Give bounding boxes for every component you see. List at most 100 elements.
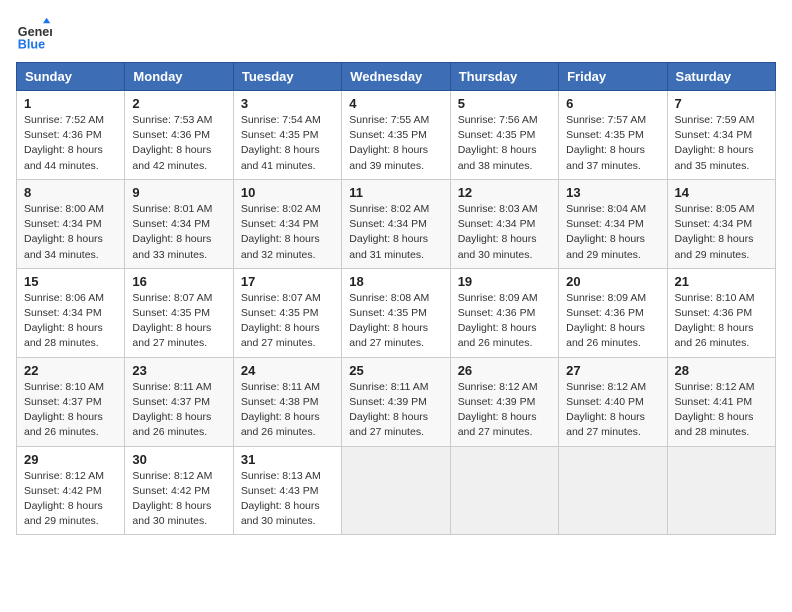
day-number: 7 <box>675 96 768 111</box>
svg-text:Blue: Blue <box>18 37 45 51</box>
calendar-cell: 1 Sunrise: 7:52 AM Sunset: 4:36 PM Dayli… <box>17 91 125 180</box>
day-number: 11 <box>349 185 442 200</box>
calendar-cell: 22 Sunrise: 8:10 AM Sunset: 4:37 PM Dayl… <box>17 357 125 446</box>
sunset-label: Sunset: 4:36 PM <box>566 307 644 319</box>
day-number: 8 <box>24 185 117 200</box>
daylight-label: Daylight: 8 hours and 38 minutes. <box>458 144 537 171</box>
sunrise-label: Sunrise: 8:11 AM <box>349 381 428 393</box>
daylight-label: Daylight: 8 hours and 26 minutes. <box>458 322 537 349</box>
daylight-label: Daylight: 8 hours and 34 minutes. <box>24 233 103 260</box>
calendar-cell: 6 Sunrise: 7:57 AM Sunset: 4:35 PM Dayli… <box>559 91 667 180</box>
day-info: Sunrise: 8:12 AM Sunset: 4:42 PM Dayligh… <box>132 469 225 530</box>
day-info: Sunrise: 7:56 AM Sunset: 4:35 PM Dayligh… <box>458 113 551 174</box>
calendar-cell: 2 Sunrise: 7:53 AM Sunset: 4:36 PM Dayli… <box>125 91 233 180</box>
sunrise-label: Sunrise: 8:02 AM <box>241 203 321 215</box>
calendar-cell: 19 Sunrise: 8:09 AM Sunset: 4:36 PM Dayl… <box>450 268 558 357</box>
calendar-cell: 21 Sunrise: 8:10 AM Sunset: 4:36 PM Dayl… <box>667 268 775 357</box>
day-number: 16 <box>132 274 225 289</box>
day-info: Sunrise: 8:09 AM Sunset: 4:36 PM Dayligh… <box>566 291 659 352</box>
calendar-row: 15 Sunrise: 8:06 AM Sunset: 4:34 PM Dayl… <box>17 268 776 357</box>
calendar-cell: 11 Sunrise: 8:02 AM Sunset: 4:34 PM Dayl… <box>342 179 450 268</box>
daylight-label: Daylight: 8 hours and 29 minutes. <box>24 500 103 527</box>
sunset-label: Sunset: 4:39 PM <box>458 396 536 408</box>
daylight-label: Daylight: 8 hours and 28 minutes. <box>675 411 754 438</box>
header-tuesday: Tuesday <box>233 63 341 91</box>
day-info: Sunrise: 8:06 AM Sunset: 4:34 PM Dayligh… <box>24 291 117 352</box>
sunset-label: Sunset: 4:37 PM <box>24 396 102 408</box>
sunset-label: Sunset: 4:41 PM <box>675 396 753 408</box>
day-info: Sunrise: 8:02 AM Sunset: 4:34 PM Dayligh… <box>241 202 334 263</box>
sunrise-label: Sunrise: 8:10 AM <box>24 381 104 393</box>
sunset-label: Sunset: 4:34 PM <box>24 307 102 319</box>
calendar-cell: 23 Sunrise: 8:11 AM Sunset: 4:37 PM Dayl… <box>125 357 233 446</box>
day-info: Sunrise: 8:04 AM Sunset: 4:34 PM Dayligh… <box>566 202 659 263</box>
calendar-cell: 4 Sunrise: 7:55 AM Sunset: 4:35 PM Dayli… <box>342 91 450 180</box>
day-number: 17 <box>241 274 334 289</box>
sunset-label: Sunset: 4:42 PM <box>132 485 210 497</box>
sunrise-label: Sunrise: 7:57 AM <box>566 114 646 126</box>
daylight-label: Daylight: 8 hours and 29 minutes. <box>675 233 754 260</box>
calendar-cell: 15 Sunrise: 8:06 AM Sunset: 4:34 PM Dayl… <box>17 268 125 357</box>
daylight-label: Daylight: 8 hours and 26 minutes. <box>241 411 320 438</box>
sunrise-label: Sunrise: 7:59 AM <box>675 114 755 126</box>
sunset-label: Sunset: 4:36 PM <box>132 129 210 141</box>
calendar-cell <box>450 446 558 535</box>
header-wednesday: Wednesday <box>342 63 450 91</box>
sunrise-label: Sunrise: 8:09 AM <box>458 292 538 304</box>
sunrise-label: Sunrise: 8:02 AM <box>349 203 429 215</box>
sunrise-label: Sunrise: 7:52 AM <box>24 114 104 126</box>
sunrise-label: Sunrise: 8:05 AM <box>675 203 755 215</box>
calendar-cell: 30 Sunrise: 8:12 AM Sunset: 4:42 PM Dayl… <box>125 446 233 535</box>
sunset-label: Sunset: 4:34 PM <box>675 218 753 230</box>
sunrise-label: Sunrise: 7:55 AM <box>349 114 429 126</box>
sunset-label: Sunset: 4:34 PM <box>349 218 427 230</box>
daylight-label: Daylight: 8 hours and 27 minutes. <box>458 411 537 438</box>
header-monday: Monday <box>125 63 233 91</box>
day-number: 24 <box>241 363 334 378</box>
day-number: 13 <box>566 185 659 200</box>
day-info: Sunrise: 8:12 AM Sunset: 4:39 PM Dayligh… <box>458 380 551 441</box>
day-info: Sunrise: 7:55 AM Sunset: 4:35 PM Dayligh… <box>349 113 442 174</box>
sunset-label: Sunset: 4:34 PM <box>675 129 753 141</box>
calendar-cell: 16 Sunrise: 8:07 AM Sunset: 4:35 PM Dayl… <box>125 268 233 357</box>
day-info: Sunrise: 7:54 AM Sunset: 4:35 PM Dayligh… <box>241 113 334 174</box>
sunset-label: Sunset: 4:42 PM <box>24 485 102 497</box>
daylight-label: Daylight: 8 hours and 39 minutes. <box>349 144 428 171</box>
header-saturday: Saturday <box>667 63 775 91</box>
sunrise-label: Sunrise: 8:09 AM <box>566 292 646 304</box>
day-number: 28 <box>675 363 768 378</box>
calendar-cell: 20 Sunrise: 8:09 AM Sunset: 4:36 PM Dayl… <box>559 268 667 357</box>
calendar-cell: 7 Sunrise: 7:59 AM Sunset: 4:34 PM Dayli… <box>667 91 775 180</box>
day-number: 6 <box>566 96 659 111</box>
header-friday: Friday <box>559 63 667 91</box>
day-number: 14 <box>675 185 768 200</box>
daylight-label: Daylight: 8 hours and 30 minutes. <box>458 233 537 260</box>
sunrise-label: Sunrise: 8:00 AM <box>24 203 104 215</box>
day-info: Sunrise: 8:07 AM Sunset: 4:35 PM Dayligh… <box>241 291 334 352</box>
daylight-label: Daylight: 8 hours and 42 minutes. <box>132 144 211 171</box>
day-number: 26 <box>458 363 551 378</box>
calendar-cell: 25 Sunrise: 8:11 AM Sunset: 4:39 PM Dayl… <box>342 357 450 446</box>
daylight-label: Daylight: 8 hours and 27 minutes. <box>566 411 645 438</box>
day-info: Sunrise: 8:07 AM Sunset: 4:35 PM Dayligh… <box>132 291 225 352</box>
calendar-cell: 12 Sunrise: 8:03 AM Sunset: 4:34 PM Dayl… <box>450 179 558 268</box>
sunrise-label: Sunrise: 8:08 AM <box>349 292 429 304</box>
calendar-cell: 8 Sunrise: 8:00 AM Sunset: 4:34 PM Dayli… <box>17 179 125 268</box>
day-number: 1 <box>24 96 117 111</box>
day-number: 5 <box>458 96 551 111</box>
day-number: 3 <box>241 96 334 111</box>
day-info: Sunrise: 8:11 AM Sunset: 4:38 PM Dayligh… <box>241 380 334 441</box>
calendar-cell: 31 Sunrise: 8:13 AM Sunset: 4:43 PM Dayl… <box>233 446 341 535</box>
day-number: 25 <box>349 363 442 378</box>
sunset-label: Sunset: 4:35 PM <box>241 307 319 319</box>
sunset-label: Sunset: 4:34 PM <box>566 218 644 230</box>
sunset-label: Sunset: 4:35 PM <box>241 129 319 141</box>
header-thursday: Thursday <box>450 63 558 91</box>
day-info: Sunrise: 8:05 AM Sunset: 4:34 PM Dayligh… <box>675 202 768 263</box>
calendar-cell: 9 Sunrise: 8:01 AM Sunset: 4:34 PM Dayli… <box>125 179 233 268</box>
calendar-cell: 29 Sunrise: 8:12 AM Sunset: 4:42 PM Dayl… <box>17 446 125 535</box>
daylight-label: Daylight: 8 hours and 26 minutes. <box>24 411 103 438</box>
daylight-label: Daylight: 8 hours and 44 minutes. <box>24 144 103 171</box>
daylight-label: Daylight: 8 hours and 26 minutes. <box>566 322 645 349</box>
day-number: 30 <box>132 452 225 467</box>
